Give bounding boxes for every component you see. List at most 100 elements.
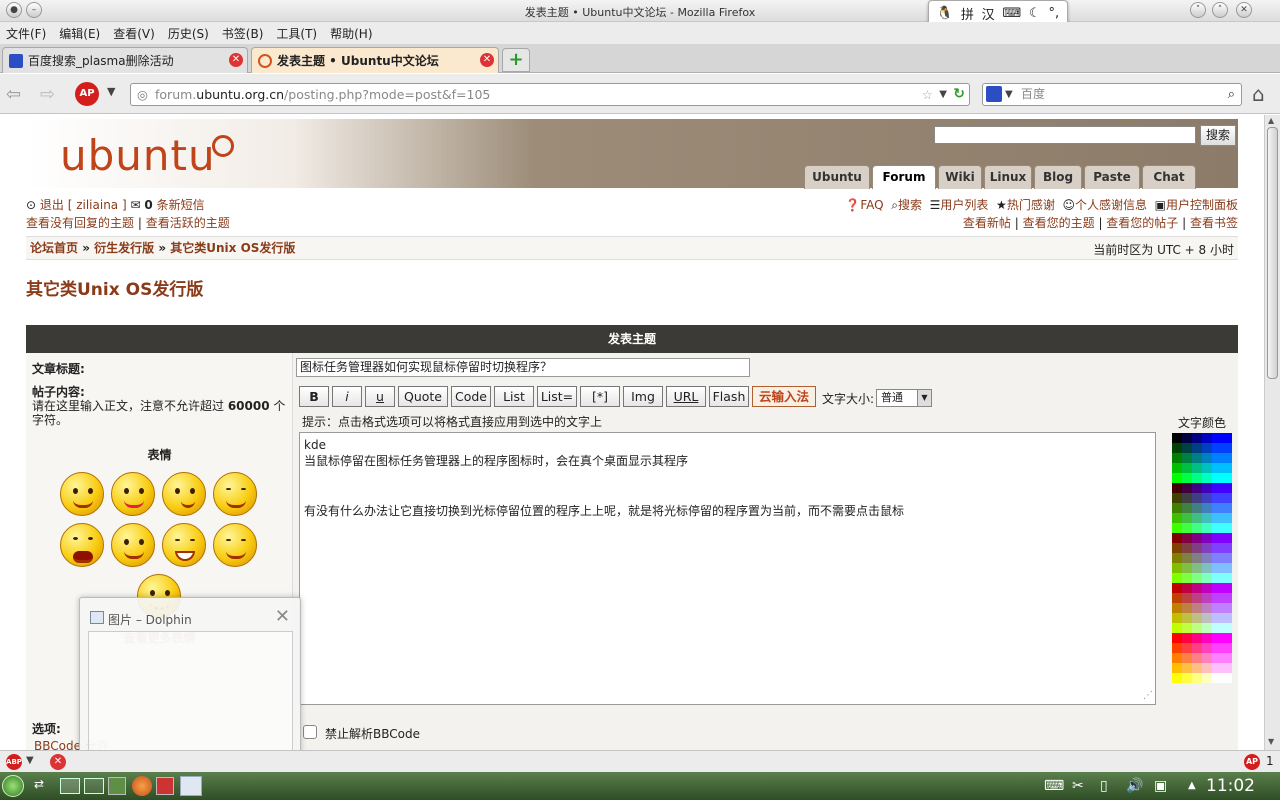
color-swatch[interactable] [1222, 453, 1232, 463]
ime-pinyin-icon[interactable]: 拼 [961, 4, 974, 23]
color-swatch[interactable] [1202, 573, 1212, 583]
color-swatch[interactable] [1202, 453, 1212, 463]
active-topics-link[interactable]: 查看活跃的主题 [146, 216, 230, 230]
color-swatch[interactable] [1212, 443, 1222, 453]
adblock-dropdown-icon[interactable]: ▼ [26, 755, 34, 766]
ime-penguin-icon[interactable]: 🐧 [937, 6, 953, 21]
smiley-cry-icon[interactable] [60, 523, 104, 567]
search-link[interactable]: 搜索 [898, 198, 922, 212]
pager-desktop-2-icon[interactable] [84, 778, 104, 794]
color-swatch[interactable] [1202, 623, 1212, 633]
scroll-down-icon[interactable]: ▼ [1268, 737, 1274, 746]
popular-thanks-link[interactable]: 热门感谢 [1007, 198, 1055, 212]
color-swatch[interactable] [1192, 503, 1202, 513]
color-swatch[interactable] [1202, 433, 1212, 443]
menu-tools[interactable]: 工具(T) [276, 25, 317, 42]
bookmark-star-icon[interactable]: ☆ [922, 84, 933, 105]
task-firefox-icon[interactable] [132, 776, 152, 796]
device-tray-icon[interactable]: ▯ [1100, 778, 1108, 794]
color-swatch[interactable] [1182, 613, 1192, 623]
menu-bookmarks[interactable]: 书签(B) [222, 25, 264, 42]
underline-button[interactable]: u [365, 386, 395, 407]
smiley-laugh-icon[interactable] [213, 472, 257, 516]
nav-tab-forum[interactable]: Forum [872, 165, 936, 189]
clock[interactable]: 11:02 [1206, 776, 1255, 796]
search-engine-box[interactable]: ▼ 百度 ⌕ [982, 83, 1242, 106]
color-swatch[interactable] [1182, 643, 1192, 653]
messages-link[interactable]: 条新短信 [157, 198, 205, 212]
color-swatch[interactable] [1192, 533, 1202, 543]
breadcrumb-home[interactable]: 论坛首页 [30, 241, 78, 255]
color-swatch[interactable] [1202, 503, 1212, 513]
color-swatch[interactable] [1222, 483, 1232, 493]
color-swatch[interactable] [1182, 513, 1192, 523]
color-swatch[interactable] [1212, 483, 1222, 493]
home-icon[interactable]: ⌂ [1252, 82, 1265, 106]
italic-button[interactable]: i [332, 386, 362, 407]
color-swatch[interactable] [1172, 603, 1182, 613]
nav-tab-blog[interactable]: Blog [1034, 165, 1082, 189]
smiley-smile-icon[interactable] [60, 472, 104, 516]
color-swatch[interactable] [1222, 463, 1232, 473]
quote-button[interactable]: Quote [398, 386, 448, 407]
color-swatch[interactable] [1182, 443, 1192, 453]
color-swatch[interactable] [1182, 573, 1192, 583]
color-swatch[interactable] [1202, 493, 1212, 503]
color-swatch[interactable] [1182, 453, 1192, 463]
nav-tab-paste[interactable]: Paste [1084, 165, 1140, 189]
breadcrumb-derivatives[interactable]: 衍生发行版 [94, 241, 154, 255]
your-topics-link[interactable]: 查看您的主题 [1023, 216, 1095, 230]
url-dropdown-icon[interactable]: ▼ [939, 84, 947, 105]
binoculars-icon[interactable]: ⌕ [1228, 84, 1235, 105]
color-swatch[interactable] [1192, 523, 1202, 533]
color-swatch[interactable] [1182, 603, 1192, 613]
color-swatch[interactable] [1182, 593, 1192, 603]
color-swatch[interactable] [1222, 563, 1232, 573]
color-swatch[interactable] [1212, 673, 1222, 683]
nav-tab-linux[interactable]: Linux [984, 165, 1032, 189]
my-thanks-link[interactable]: 个人感谢信息 [1075, 198, 1147, 212]
color-swatch[interactable] [1212, 473, 1222, 483]
color-swatch[interactable] [1202, 673, 1212, 683]
color-swatch[interactable] [1202, 443, 1212, 453]
nav-tab-ubuntu[interactable]: Ubuntu [804, 165, 870, 189]
color-swatch[interactable] [1192, 593, 1202, 603]
url-button[interactable]: URL [666, 386, 706, 407]
color-swatch[interactable] [1182, 553, 1192, 563]
cloud-ime-button[interactable]: 云输入法 [752, 386, 816, 407]
color-swatch[interactable] [1192, 473, 1202, 483]
bold-button[interactable]: B [299, 386, 329, 407]
color-swatch[interactable] [1222, 643, 1232, 653]
color-swatch[interactable] [1172, 563, 1182, 573]
color-swatch[interactable] [1182, 503, 1192, 513]
color-swatch[interactable] [1192, 553, 1202, 563]
color-swatch[interactable] [1212, 503, 1222, 513]
forward-icon[interactable]: ⇨ [40, 84, 55, 105]
color-swatch[interactable] [1182, 533, 1192, 543]
message-textarea[interactable]: kde 当鼠标停留在图标任务管理器上的程序图标时，会在真个桌面显示其程序 有没有… [299, 432, 1156, 705]
color-swatch[interactable] [1202, 593, 1212, 603]
maximize-icon[interactable]: ˄ [1212, 2, 1228, 18]
color-swatch[interactable] [1172, 533, 1182, 543]
color-swatch[interactable] [1182, 493, 1192, 503]
minimize-icon[interactable]: ˅ [1190, 2, 1206, 18]
color-swatch[interactable] [1192, 673, 1202, 683]
color-swatch[interactable] [1192, 463, 1202, 473]
color-swatch[interactable] [1182, 523, 1192, 533]
color-swatch[interactable] [1212, 553, 1222, 563]
back-icon[interactable]: ⇦ [6, 84, 21, 105]
color-swatch[interactable] [1212, 523, 1222, 533]
color-swatch[interactable] [1222, 473, 1232, 483]
color-swatch[interactable] [1172, 583, 1182, 593]
color-swatch[interactable] [1202, 613, 1212, 623]
color-swatch[interactable] [1202, 513, 1212, 523]
img-button[interactable]: Img [623, 386, 663, 407]
color-swatch[interactable] [1172, 543, 1182, 553]
color-swatch[interactable] [1212, 493, 1222, 503]
color-swatch[interactable] [1202, 583, 1212, 593]
flash-button[interactable]: Flash [709, 386, 749, 407]
color-swatch[interactable] [1202, 563, 1212, 573]
color-swatch[interactable] [1212, 623, 1222, 633]
kde-launcher-icon[interactable] [2, 775, 24, 797]
close-tab-icon[interactable]: ✕ [480, 53, 494, 67]
